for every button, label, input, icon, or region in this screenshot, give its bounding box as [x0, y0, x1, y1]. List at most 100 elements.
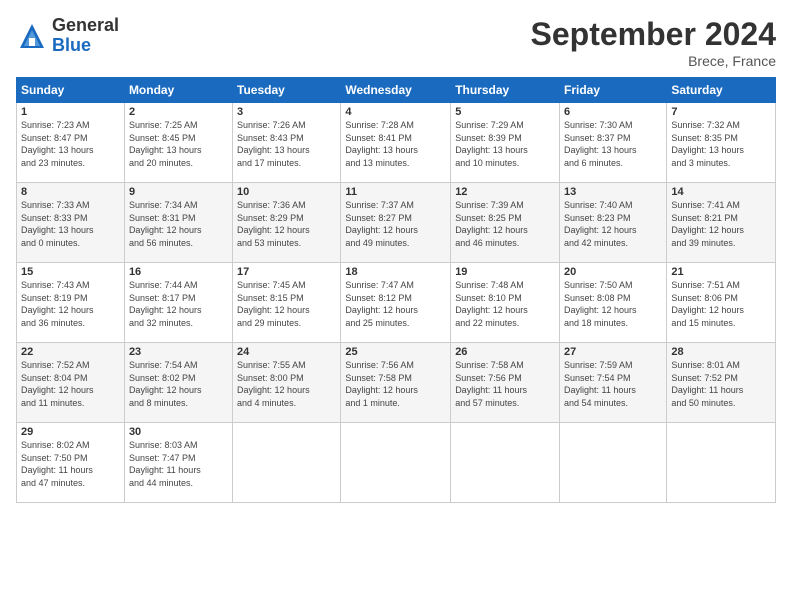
day-number: 24 [237, 346, 336, 358]
header-saturday: Saturday [667, 78, 776, 103]
cell-sep-1: 1 Sunrise: 7:23 AMSunset: 8:47 PMDayligh… [17, 103, 125, 183]
day-number: 2 [129, 106, 228, 118]
month-title: September 2024 [531, 16, 776, 53]
cell-sep-5: 5 Sunrise: 7:29 AMSunset: 8:39 PMDayligh… [451, 103, 560, 183]
day-number: 17 [237, 266, 336, 278]
location: Brece, France [531, 53, 776, 69]
day-number: 1 [21, 106, 120, 118]
calendar-table: Sunday Monday Tuesday Wednesday Thursday… [16, 77, 776, 503]
day-number: 28 [671, 346, 771, 358]
cell-sep-24: 24 Sunrise: 7:55 AMSunset: 8:00 PMDaylig… [233, 343, 341, 423]
day-number: 16 [129, 266, 228, 278]
day-number: 20 [564, 266, 662, 278]
day-number: 10 [237, 186, 336, 198]
day-number: 3 [237, 106, 336, 118]
header-thursday: Thursday [451, 78, 560, 103]
cell-sep-2: 2 Sunrise: 7:25 AMSunset: 8:45 PMDayligh… [124, 103, 232, 183]
empty-cell [233, 423, 341, 503]
day-info: Sunrise: 8:01 AMSunset: 7:52 PMDaylight:… [671, 360, 743, 408]
logo-blue: Blue [52, 36, 119, 56]
logo: General Blue [16, 16, 119, 56]
logo-text: General Blue [52, 16, 119, 56]
day-info: Sunrise: 8:02 AMSunset: 7:50 PMDaylight:… [21, 440, 93, 488]
day-info: Sunrise: 7:44 AMSunset: 8:17 PMDaylight:… [129, 280, 202, 328]
day-number: 22 [21, 346, 120, 358]
day-info: Sunrise: 7:33 AMSunset: 8:33 PMDaylight:… [21, 200, 94, 248]
day-info: Sunrise: 7:45 AMSunset: 8:15 PMDaylight:… [237, 280, 310, 328]
day-number: 14 [671, 186, 771, 198]
empty-cell [341, 423, 451, 503]
day-info: Sunrise: 7:47 AMSunset: 8:12 PMDaylight:… [345, 280, 418, 328]
cell-sep-8: 8 Sunrise: 7:33 AMSunset: 8:33 PMDayligh… [17, 183, 125, 263]
page-header: General Blue September 2024 Brece, Franc… [16, 16, 776, 69]
day-info: Sunrise: 7:54 AMSunset: 8:02 PMDaylight:… [129, 360, 202, 408]
logo-general: General [52, 16, 119, 36]
cell-sep-14: 14 Sunrise: 7:41 AMSunset: 8:21 PMDaylig… [667, 183, 776, 263]
cell-sep-21: 21 Sunrise: 7:51 AMSunset: 8:06 PMDaylig… [667, 263, 776, 343]
cell-sep-7: 7 Sunrise: 7:32 AMSunset: 8:35 PMDayligh… [667, 103, 776, 183]
day-number: 4 [345, 106, 446, 118]
cell-sep-3: 3 Sunrise: 7:26 AMSunset: 8:43 PMDayligh… [233, 103, 341, 183]
day-number: 6 [564, 106, 662, 118]
header-friday: Friday [560, 78, 667, 103]
day-info: Sunrise: 7:36 AMSunset: 8:29 PMDaylight:… [237, 200, 310, 248]
cell-sep-26: 26 Sunrise: 7:58 AMSunset: 7:56 PMDaylig… [451, 343, 560, 423]
day-number: 12 [455, 186, 555, 198]
day-number: 29 [21, 426, 120, 438]
day-number: 13 [564, 186, 662, 198]
day-number: 23 [129, 346, 228, 358]
week-row-2: 8 Sunrise: 7:33 AMSunset: 8:33 PMDayligh… [17, 183, 776, 263]
day-info: Sunrise: 7:23 AMSunset: 8:47 PMDaylight:… [21, 120, 94, 168]
header-tuesday: Tuesday [233, 78, 341, 103]
empty-cell [560, 423, 667, 503]
day-info: Sunrise: 7:40 AMSunset: 8:23 PMDaylight:… [564, 200, 637, 248]
header-sunday: Sunday [17, 78, 125, 103]
cell-sep-16: 16 Sunrise: 7:44 AMSunset: 8:17 PMDaylig… [124, 263, 232, 343]
week-row-5: 29 Sunrise: 8:02 AMSunset: 7:50 PMDaylig… [17, 423, 776, 503]
day-info: Sunrise: 7:39 AMSunset: 8:25 PMDaylight:… [455, 200, 528, 248]
cell-sep-27: 27 Sunrise: 7:59 AMSunset: 7:54 PMDaylig… [560, 343, 667, 423]
day-info: Sunrise: 7:51 AMSunset: 8:06 PMDaylight:… [671, 280, 744, 328]
header-row: Sunday Monday Tuesday Wednesday Thursday… [17, 78, 776, 103]
day-info: Sunrise: 7:56 AMSunset: 7:58 PMDaylight:… [345, 360, 418, 408]
day-info: Sunrise: 7:52 AMSunset: 8:04 PMDaylight:… [21, 360, 94, 408]
week-row-4: 22 Sunrise: 7:52 AMSunset: 8:04 PMDaylig… [17, 343, 776, 423]
day-info: Sunrise: 7:37 AMSunset: 8:27 PMDaylight:… [345, 200, 418, 248]
cell-sep-13: 13 Sunrise: 7:40 AMSunset: 8:23 PMDaylig… [560, 183, 667, 263]
logo-icon [16, 20, 48, 52]
day-number: 5 [455, 106, 555, 118]
cell-sep-15: 15 Sunrise: 7:43 AMSunset: 8:19 PMDaylig… [17, 263, 125, 343]
week-row-1: 1 Sunrise: 7:23 AMSunset: 8:47 PMDayligh… [17, 103, 776, 183]
day-number: 21 [671, 266, 771, 278]
header-monday: Monday [124, 78, 232, 103]
cell-sep-11: 11 Sunrise: 7:37 AMSunset: 8:27 PMDaylig… [341, 183, 451, 263]
cell-sep-19: 19 Sunrise: 7:48 AMSunset: 8:10 PMDaylig… [451, 263, 560, 343]
day-number: 19 [455, 266, 555, 278]
cell-sep-30: 30 Sunrise: 8:03 AMSunset: 7:47 PMDaylig… [124, 423, 232, 503]
day-info: Sunrise: 7:48 AMSunset: 8:10 PMDaylight:… [455, 280, 528, 328]
title-area: September 2024 Brece, France [531, 16, 776, 69]
cell-sep-25: 25 Sunrise: 7:56 AMSunset: 7:58 PMDaylig… [341, 343, 451, 423]
day-number: 8 [21, 186, 120, 198]
empty-cell [667, 423, 776, 503]
cell-sep-10: 10 Sunrise: 7:36 AMSunset: 8:29 PMDaylig… [233, 183, 341, 263]
day-number: 15 [21, 266, 120, 278]
day-number: 18 [345, 266, 446, 278]
day-number: 27 [564, 346, 662, 358]
day-info: Sunrise: 7:55 AMSunset: 8:00 PMDaylight:… [237, 360, 310, 408]
day-info: Sunrise: 7:59 AMSunset: 7:54 PMDaylight:… [564, 360, 636, 408]
header-wednesday: Wednesday [341, 78, 451, 103]
cell-sep-20: 20 Sunrise: 7:50 AMSunset: 8:08 PMDaylig… [560, 263, 667, 343]
day-info: Sunrise: 7:28 AMSunset: 8:41 PMDaylight:… [345, 120, 418, 168]
cell-sep-23: 23 Sunrise: 7:54 AMSunset: 8:02 PMDaylig… [124, 343, 232, 423]
day-number: 9 [129, 186, 228, 198]
cell-sep-9: 9 Sunrise: 7:34 AMSunset: 8:31 PMDayligh… [124, 183, 232, 263]
day-number: 26 [455, 346, 555, 358]
day-info: Sunrise: 7:26 AMSunset: 8:43 PMDaylight:… [237, 120, 310, 168]
day-info: Sunrise: 7:25 AMSunset: 8:45 PMDaylight:… [129, 120, 202, 168]
day-info: Sunrise: 7:58 AMSunset: 7:56 PMDaylight:… [455, 360, 527, 408]
calendar-page: General Blue September 2024 Brece, Franc… [0, 0, 792, 612]
week-row-3: 15 Sunrise: 7:43 AMSunset: 8:19 PMDaylig… [17, 263, 776, 343]
cell-sep-4: 4 Sunrise: 7:28 AMSunset: 8:41 PMDayligh… [341, 103, 451, 183]
day-info: Sunrise: 7:32 AMSunset: 8:35 PMDaylight:… [671, 120, 744, 168]
